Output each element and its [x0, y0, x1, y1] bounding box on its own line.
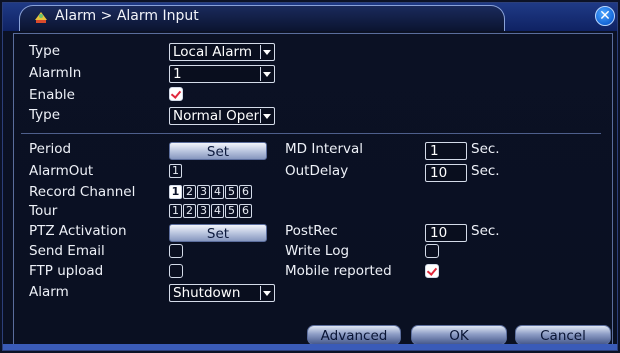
- postrec-input[interactable]: 10: [425, 224, 467, 242]
- md-interval-unit: Sec.: [471, 141, 500, 157]
- write-log-checkbox[interactable]: [425, 244, 439, 258]
- mobile-reported-label: Mobile reported: [285, 263, 392, 279]
- send-email-label: Send Email: [29, 243, 105, 259]
- type-select[interactable]: Local Alarm: [169, 43, 275, 61]
- tour-label: Tour: [29, 203, 58, 219]
- tour-channel-5[interactable]: 5: [225, 204, 238, 218]
- alarm-bell-icon: [35, 12, 47, 23]
- title-bar: Alarm > Alarm Input ✕: [3, 3, 617, 31]
- close-button[interactable]: ✕: [595, 6, 615, 26]
- ftp-upload-label: FTP upload: [29, 263, 104, 279]
- period-label: Period: [29, 141, 72, 157]
- enable-label: Enable: [29, 87, 75, 103]
- type-label: Type: [29, 43, 61, 59]
- postrec-value: 10: [430, 225, 448, 241]
- record-channel-3[interactable]: 3: [197, 185, 210, 199]
- alarm-label: Alarm: [29, 284, 69, 300]
- chevron-down-icon: [260, 45, 273, 59]
- md-interval-label: MD Interval: [285, 141, 364, 157]
- window-title: Alarm > Alarm Input: [55, 8, 199, 24]
- md-interval-value: 1: [430, 143, 439, 159]
- ftp-upload-checkbox[interactable]: [169, 264, 183, 278]
- period-set-button[interactable]: Set: [169, 142, 267, 160]
- outdelay-input[interactable]: 10: [425, 164, 467, 182]
- advanced-button[interactable]: Advanced: [307, 325, 401, 345]
- record-channel-4[interactable]: 4: [211, 185, 224, 199]
- ok-button[interactable]: OK: [411, 325, 507, 345]
- chevron-down-icon: [260, 67, 273, 81]
- type-select-value: Local Alarm: [173, 44, 253, 60]
- alarmin-select[interactable]: 1: [169, 65, 275, 83]
- type2-label: Type: [29, 107, 61, 123]
- record-channel-5[interactable]: 5: [225, 185, 238, 199]
- ptz-set-button[interactable]: Set: [169, 224, 267, 242]
- alarmin-select-value: 1: [173, 66, 182, 82]
- send-email-checkbox[interactable]: [169, 244, 183, 258]
- tour-channel-2[interactable]: 2: [183, 204, 196, 218]
- alarm-input-window: Alarm > Alarm Input ✕ Type Local Alarm A…: [2, 2, 618, 351]
- alarmout-label: AlarmOut: [29, 163, 94, 179]
- tour-channel-3[interactable]: 3: [197, 204, 210, 218]
- record-channel-2[interactable]: 2: [183, 185, 196, 199]
- record-channel-1[interactable]: 1: [169, 185, 182, 199]
- tour-channel-1[interactable]: 1: [169, 204, 182, 218]
- section-divider: [21, 133, 601, 134]
- write-log-label: Write Log: [285, 243, 350, 259]
- type2-select-value: Normal Open: [173, 108, 259, 124]
- enable-checkbox[interactable]: [169, 87, 183, 101]
- alarmin-label: AlarmIn: [29, 65, 82, 81]
- bottom-accent-bar: [3, 344, 617, 350]
- record-channel-6[interactable]: 6: [239, 185, 252, 199]
- alarm-select[interactable]: Shutdown: [169, 284, 275, 302]
- tour-channel-4[interactable]: 4: [211, 204, 224, 218]
- mobile-reported-checkbox[interactable]: [425, 264, 439, 278]
- outdelay-unit: Sec.: [471, 163, 500, 179]
- alarmout-channel-1[interactable]: 1: [169, 164, 182, 178]
- postrec-label: PostRec: [285, 223, 338, 239]
- cancel-button[interactable]: Cancel: [515, 325, 611, 345]
- type2-select[interactable]: Normal Open: [169, 107, 275, 125]
- record-channel-label: Record Channel: [29, 184, 136, 200]
- alarm-select-value: Shutdown: [173, 285, 241, 301]
- tour-channel-6[interactable]: 6: [239, 204, 252, 218]
- ptz-activation-label: PTZ Activation: [29, 223, 127, 239]
- chevron-down-icon: [260, 286, 273, 300]
- outdelay-value: 10: [430, 165, 448, 181]
- postrec-unit: Sec.: [471, 223, 500, 239]
- outdelay-label: OutDelay: [285, 163, 349, 179]
- chevron-down-icon: [260, 109, 273, 123]
- md-interval-input[interactable]: 1: [425, 142, 467, 160]
